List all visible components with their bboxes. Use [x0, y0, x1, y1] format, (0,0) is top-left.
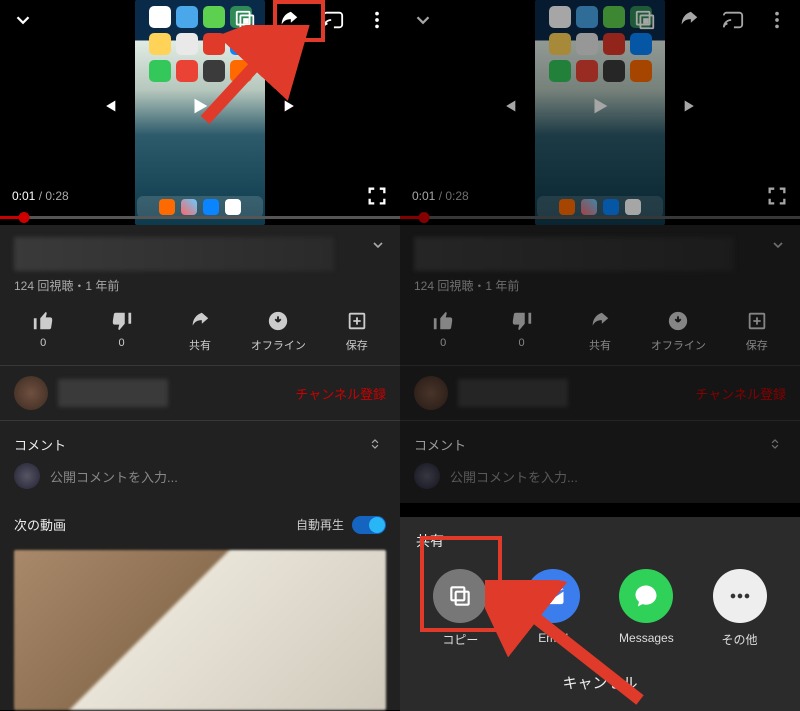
share-more-button[interactable]: その他 — [713, 569, 767, 648]
previous-button[interactable] — [97, 95, 119, 117]
autoplay-toggle-icon[interactable] — [634, 9, 656, 31]
autoplay-toggle[interactable] — [352, 516, 386, 534]
screenshot-right: 0:01 / 0:28 124 回視聴・1 年前 0 0 共有 オフライン 保存… — [400, 0, 800, 711]
dislike-button[interactable]: 0 — [86, 310, 158, 353]
cast-icon[interactable] — [722, 9, 744, 31]
previous-button[interactable] — [497, 95, 519, 117]
video-meta: 124 回視聴・1 年前 — [0, 273, 400, 304]
annotation-arrow — [185, 25, 315, 135]
dislike-count: 0 — [119, 337, 125, 349]
subscribe-button[interactable]: チャンネル登録 — [295, 384, 386, 403]
channel-avatar — [14, 376, 48, 410]
progress-bar[interactable] — [0, 216, 400, 219]
share-icon[interactable] — [678, 9, 700, 31]
video-player[interactable]: 0:01 / 0:28 — [400, 0, 800, 225]
expand-icon[interactable] — [370, 237, 386, 258]
next-video-thumbnail[interactable] — [14, 550, 386, 710]
cast-icon[interactable] — [322, 9, 344, 31]
current-time: 0:01 — [12, 189, 35, 203]
up-next-header: 次の動画 — [14, 515, 66, 534]
sort-icon[interactable] — [364, 433, 386, 455]
next-button[interactable] — [681, 95, 703, 117]
duration: 0:28 — [45, 189, 68, 203]
fullscreen-icon[interactable] — [766, 185, 788, 207]
more-vert-icon[interactable] — [766, 9, 788, 31]
more-vert-icon[interactable] — [366, 9, 388, 31]
time-display: 0:01 / 0:28 — [12, 189, 69, 203]
fullscreen-icon[interactable] — [366, 185, 388, 207]
video-title — [14, 237, 334, 271]
comments-header: コメント — [14, 435, 66, 454]
offline-button[interactable]: オフライン — [242, 310, 314, 353]
user-avatar — [14, 463, 40, 489]
autoplay-label: 自動再生 — [296, 516, 344, 533]
more-icon — [713, 569, 767, 623]
screenshot-left: 0:01 / 0:28 124 回視聴・1 年前 0 0 共有 オフライン 保存 — [0, 0, 400, 711]
comment-input[interactable]: 公開コメントを入力... — [50, 467, 178, 486]
play-button[interactable] — [589, 95, 611, 117]
chevron-down-icon[interactable] — [412, 9, 434, 31]
share-button[interactable]: 共有 — [164, 310, 236, 353]
like-button[interactable]: 0 — [7, 310, 79, 353]
save-button[interactable]: 保存 — [321, 310, 393, 353]
annotation-arrow — [485, 580, 655, 710]
channel-row[interactable]: チャンネル登録 — [0, 366, 400, 421]
channel-name — [58, 379, 168, 407]
chevron-down-icon[interactable] — [12, 9, 34, 31]
like-count: 0 — [40, 337, 46, 349]
